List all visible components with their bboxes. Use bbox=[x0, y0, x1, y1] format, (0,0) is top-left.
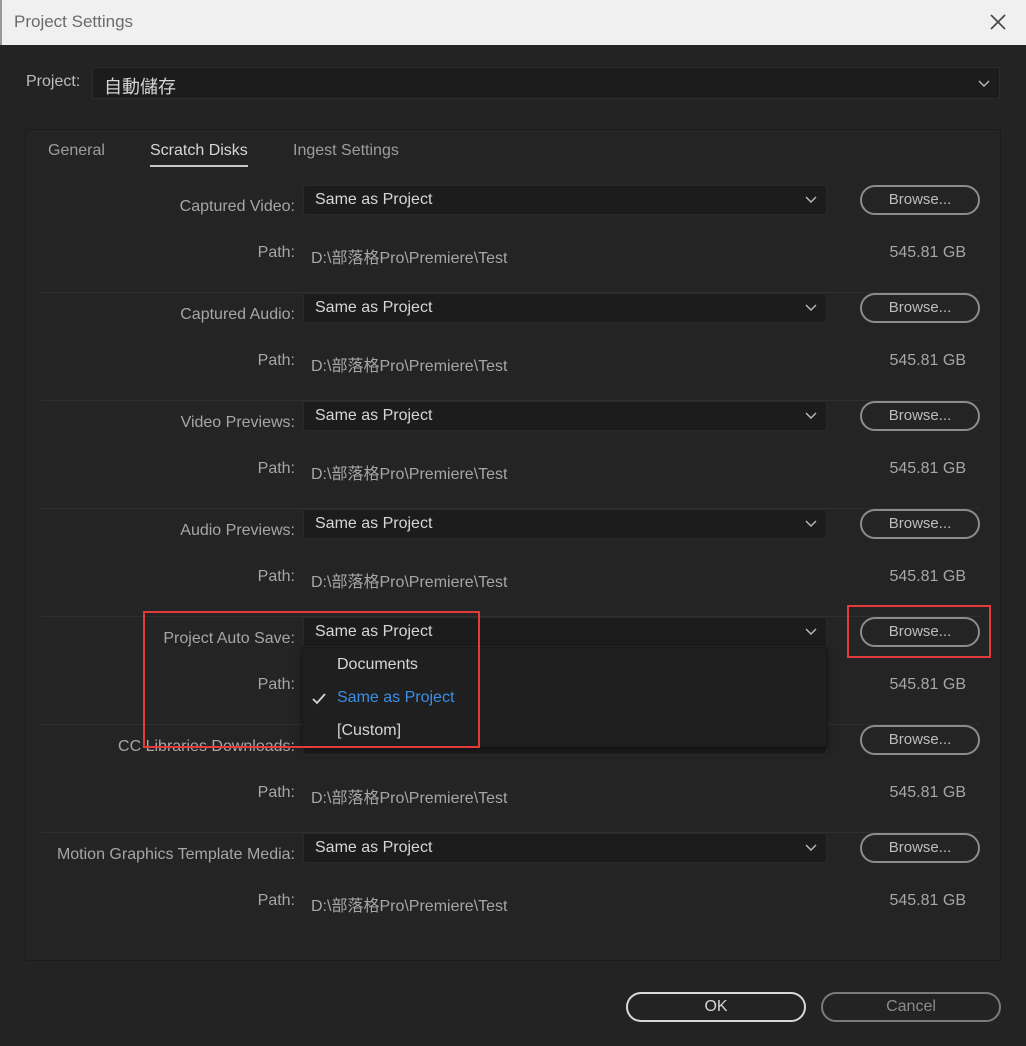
location-select-value: Same as Project bbox=[315, 407, 433, 424]
location-select-value: Same as Project bbox=[315, 839, 433, 856]
path-label: Path: bbox=[257, 784, 295, 801]
chevron-down-icon bbox=[805, 412, 817, 419]
ok-button[interactable]: OK bbox=[626, 992, 806, 1022]
location-select[interactable]: Same as Project bbox=[303, 509, 827, 539]
menu-item-same-as-project[interactable]: Same as Project bbox=[337, 689, 454, 707]
location-select-value: Same as Project bbox=[315, 299, 433, 316]
group-label: CC Libraries Downloads: bbox=[118, 738, 295, 755]
checkmark-icon bbox=[312, 693, 326, 705]
group-label: Video Previews: bbox=[180, 414, 295, 431]
project-select-value: 自動儲存 bbox=[104, 77, 176, 97]
chevron-down-icon bbox=[805, 628, 817, 635]
browse-button[interactable]: Browse... bbox=[860, 725, 980, 755]
path-label: Path: bbox=[257, 352, 295, 369]
free-space: 545.81 GB bbox=[889, 784, 967, 801]
path-value: D:\部落格Pro\Premiere\Test bbox=[311, 358, 508, 375]
free-space: 545.81 GB bbox=[889, 892, 967, 909]
path-label: Path: bbox=[257, 892, 295, 909]
scratch-group-motion-graphics-template-media: Motion Graphics Template Media: Same as … bbox=[41, 833, 981, 941]
group-label: Project Auto Save: bbox=[163, 630, 295, 647]
auto-save-dropdown-menu: Documents Same as Project [Custom] bbox=[302, 647, 827, 747]
scratch-group-video-previews: Video Previews: Same as Project Browse..… bbox=[41, 401, 981, 509]
cancel-button[interactable]: Cancel bbox=[821, 992, 1001, 1022]
project-label: Project: bbox=[26, 73, 81, 90]
chevron-down-icon bbox=[805, 844, 817, 851]
scratch-group-audio-previews: Audio Previews: Same as Project Browse..… bbox=[41, 509, 981, 617]
free-space: 545.81 GB bbox=[889, 460, 967, 477]
free-space: 545.81 GB bbox=[889, 244, 967, 261]
chevron-down-icon bbox=[805, 196, 817, 203]
free-space: 545.81 GB bbox=[889, 568, 967, 585]
tab-scratch-disks[interactable]: Scratch Disks bbox=[150, 142, 248, 167]
dialog-body: Project: 自動儲存 General Scratch Disks Inge… bbox=[0, 45, 1026, 1046]
tab-ingest-settings[interactable]: Ingest Settings bbox=[293, 142, 399, 160]
browse-button[interactable]: Browse... bbox=[860, 293, 980, 323]
free-space: 545.81 GB bbox=[889, 676, 967, 693]
path-label: Path: bbox=[257, 568, 295, 585]
project-select[interactable]: 自動儲存 bbox=[92, 67, 1000, 99]
path-label: Path: bbox=[257, 676, 295, 693]
scratch-group-captured-audio: Captured Audio: Same as Project Browse..… bbox=[41, 293, 981, 401]
window-title: Project Settings bbox=[14, 12, 134, 31]
path-value: D:\部落格Pro\Premiere\Test bbox=[311, 250, 508, 267]
location-select-value: Same as Project bbox=[315, 515, 433, 532]
group-label: Motion Graphics Template Media: bbox=[56, 846, 295, 863]
title-bar: Project Settings bbox=[0, 0, 1026, 45]
path-label: Path: bbox=[257, 244, 295, 261]
settings-panel: General Scratch Disks Ingest Settings Ca… bbox=[25, 129, 1001, 961]
location-select[interactable]: Same as Project bbox=[303, 833, 827, 863]
path-value: D:\部落格Pro\Premiere\Test bbox=[311, 790, 508, 807]
location-select-value: Same as Project bbox=[315, 623, 433, 640]
free-space: 545.81 GB bbox=[889, 352, 967, 369]
path-label: Path: bbox=[257, 460, 295, 477]
menu-item-custom[interactable]: [Custom] bbox=[337, 722, 401, 740]
scratch-group-captured-video: Captured Video: Same as Project Browse..… bbox=[41, 185, 981, 293]
location-select[interactable]: Same as Project bbox=[303, 617, 827, 647]
browse-button[interactable]: Browse... bbox=[860, 401, 980, 431]
menu-item-documents[interactable]: Documents bbox=[337, 656, 418, 674]
chevron-down-icon bbox=[978, 80, 990, 87]
chevron-down-icon bbox=[805, 520, 817, 527]
location-select-value: Same as Project bbox=[315, 191, 433, 208]
group-label: Audio Previews: bbox=[180, 522, 295, 539]
path-value: D:\部落格Pro\Premiere\Test bbox=[311, 574, 508, 591]
location-select[interactable]: Same as Project bbox=[303, 293, 827, 323]
path-value: D:\部落格Pro\Premiere\Test bbox=[311, 466, 508, 483]
browse-button[interactable]: Browse... bbox=[860, 833, 980, 863]
browse-button[interactable]: Browse... bbox=[860, 509, 980, 539]
tab-general[interactable]: General bbox=[48, 142, 105, 160]
browse-button[interactable]: Browse... bbox=[860, 617, 980, 647]
path-value: D:\部落格Pro\Premiere\Test bbox=[311, 898, 508, 915]
location-select[interactable]: Same as Project bbox=[303, 401, 827, 431]
location-select[interactable]: Same as Project bbox=[303, 185, 827, 215]
close-icon[interactable] bbox=[984, 8, 1012, 36]
group-label: Captured Audio: bbox=[180, 306, 295, 323]
chevron-down-icon bbox=[805, 304, 817, 311]
group-label: Captured Video: bbox=[179, 198, 295, 215]
browse-button[interactable]: Browse... bbox=[860, 185, 980, 215]
